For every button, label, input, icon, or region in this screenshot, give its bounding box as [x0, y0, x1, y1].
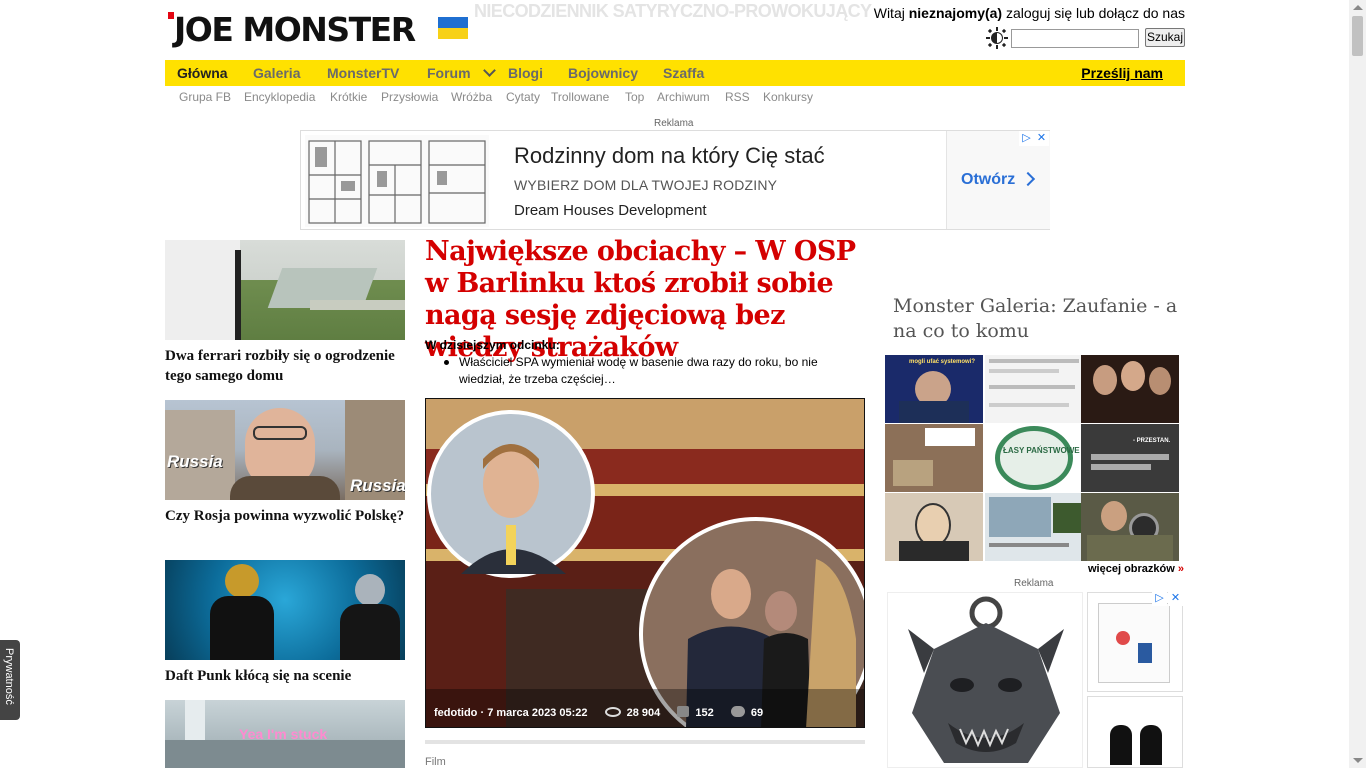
card-title[interactable]: Czy Rosja powinna wyzwolić Polskę?: [165, 506, 405, 526]
nav-szaffa[interactable]: Szaffa: [663, 60, 704, 86]
ad-title: Rodzinny dom na który Cię stać: [514, 143, 825, 168]
login-prefix: Witaj: [873, 5, 909, 21]
article-hero-image[interactable]: [425, 398, 865, 728]
more-arrow-icon: »: [1177, 563, 1184, 575]
card-overlay-text: Yea I'm stuck: [239, 726, 328, 742]
subnav-krotkie[interactable]: Krótkie: [330, 90, 367, 104]
subnav-rss[interactable]: RSS: [725, 90, 750, 104]
close-ad-icon[interactable]: ✕: [1168, 591, 1183, 606]
next-section-label: Film: [425, 756, 446, 768]
card-title[interactable]: Dwa ferrari rozbiły się o ogrodzenie teg…: [165, 346, 405, 386]
article-intro: W dzisiejszym odcinku:: [425, 338, 560, 352]
theme-toggle-icon[interactable]: [986, 27, 1008, 49]
adchoices-icon[interactable]: ▷: [1019, 131, 1034, 146]
search-input[interactable]: [1011, 29, 1139, 48]
card-overlay-text: Russia: [350, 476, 405, 495]
ad-image-nuns: [1087, 696, 1183, 768]
gallery-thumb[interactable]: [985, 355, 1083, 423]
chevron-down-icon[interactable]: [483, 64, 496, 77]
adchoices-icon[interactable]: ▷: [1152, 591, 1167, 606]
nav-blogi[interactable]: Blogi: [508, 60, 543, 86]
login-bar: Witaj nieznajomy(a) zaloguj się lub dołą…: [874, 5, 1185, 21]
site-logo[interactable]: JOE MONSTER: [168, 10, 478, 50]
search-button[interactable]: Szukaj: [1145, 28, 1185, 47]
gallery-thumb-caption: ŁASY PAŃSTWOWE: [1003, 446, 1080, 455]
ad-image-cartoon: [1087, 592, 1183, 692]
subnav-przyslowia[interactable]: Przysłowia: [381, 90, 438, 104]
ad-subtitle: WYBIERZ DOM DLA TWOJEJ RODZINY: [514, 177, 778, 193]
gallery-thumb[interactable]: [885, 493, 983, 561]
gallery-thumb-caption: - PRZESTAN.: [1133, 438, 1171, 444]
close-ad-icon[interactable]: ✕: [1034, 131, 1049, 146]
comments-count: 69: [750, 707, 764, 719]
scroll-up-icon[interactable]: [1353, 5, 1363, 10]
card-image-stuck[interactable]: Yea I'm stuck: [165, 700, 405, 768]
gallery-thumb-caption: mogli ufać systemowi?: [909, 359, 976, 365]
chevron-right-icon: [1020, 171, 1036, 187]
card-image-russia[interactable]: Russia Russia: [165, 400, 405, 500]
ad-label: Reklama: [1014, 578, 1054, 589]
ad-image-medallion: [887, 592, 1083, 768]
nav-forum[interactable]: Forum: [427, 60, 471, 86]
subnav-cytaty[interactable]: Cytaty: [506, 90, 540, 104]
ad-open-label: Otwórz: [961, 171, 1016, 188]
ad-brand: Dream Houses Development: [514, 202, 707, 219]
right-ad[interactable]: ▷ ✕: [887, 591, 1183, 768]
nav-bojownicy[interactable]: Bojownicy: [568, 60, 638, 86]
more-images-link[interactable]: więcej obrazków »: [1088, 563, 1184, 575]
comment-icon: [730, 706, 745, 717]
floor-plan-image: [305, 135, 489, 227]
subnav-top[interactable]: Top: [625, 90, 644, 104]
gallery-thumb[interactable]: ŁASY PAŃSTWOWE: [985, 424, 1083, 492]
more-images-label: więcej obrazków: [1088, 563, 1175, 575]
ad-label: Reklama: [654, 118, 694, 129]
scroll-thumb[interactable]: [1352, 16, 1363, 56]
gallery-thumb[interactable]: [1081, 493, 1179, 561]
main-nav: Główna Galeria MonsterTV Forum Blogi Boj…: [165, 60, 1185, 86]
article-author[interactable]: fedotido: [434, 707, 477, 719]
submit-content-link[interactable]: Prześlij nam: [1081, 60, 1163, 86]
subnav-archiwum[interactable]: Archiwum: [657, 90, 710, 104]
privacy-tab[interactable]: Prywatność: [0, 640, 20, 720]
subnav-wrozba[interactable]: Wróżba: [451, 90, 492, 104]
card-image-daft-punk[interactable]: [165, 560, 405, 660]
thumbs-icon: [677, 706, 690, 717]
subnav-konkursy[interactable]: Konkursy: [763, 90, 813, 104]
card-title[interactable]: Daft Punk kłócą się na scenie: [165, 666, 405, 686]
page-scrollbar[interactable]: [1349, 0, 1366, 768]
gallery-thumb[interactable]: - PRZESTAN.: [1081, 424, 1179, 492]
card-overlay-text: Russia: [167, 452, 223, 471]
login-username[interactable]: nieznajomy(a): [909, 5, 1002, 21]
site-tagline: NIECODZIENNIK SATYRYCZNO-PROWOKUJĄCY: [474, 1, 872, 21]
nav-monstertv[interactable]: MonsterTV: [327, 60, 399, 86]
article-date: 7 marca 2023 05:22: [487, 707, 588, 719]
subnav-trollowane[interactable]: Trollowane: [551, 90, 609, 104]
subnav-encyklopedia[interactable]: Encyklopedia: [244, 90, 315, 104]
eye-icon: [604, 707, 621, 717]
login-links[interactable]: zaloguj się lub dołącz do nas: [1002, 5, 1185, 21]
votes-count: 152: [695, 707, 714, 719]
nav-galeria[interactable]: Galeria: [253, 60, 300, 86]
article-meta: fedotido · 7 marca 2023 05:22 28 904 152…: [434, 706, 764, 719]
nav-glowna[interactable]: Główna: [177, 60, 228, 86]
gallery-thumb[interactable]: [1081, 355, 1179, 423]
gallery-grid: mogli ufać systemowi? ŁASY PAŃSTWOWE - P…: [885, 355, 1185, 562]
gallery-thumb[interactable]: [885, 424, 983, 492]
gallery-thumb[interactable]: mogli ufać systemowi?: [885, 355, 983, 423]
gallery-thumb[interactable]: [985, 493, 1083, 561]
article-bullet: Właściciel SPA wymieniał wodę w basenie …: [459, 355, 818, 386]
card-image-ferrari[interactable]: [165, 240, 405, 340]
top-banner-ad[interactable]: Rodzinny dom na który Cię stać WYBIERZ D…: [300, 130, 1050, 230]
gallery-title[interactable]: Monster Galeria: Zaufanie - a na co to k…: [893, 294, 1183, 344]
privacy-label: Prywatność: [3, 648, 15, 705]
scroll-down-icon[interactable]: [1353, 758, 1363, 763]
subnav-grupa-fb[interactable]: Grupa FB: [179, 90, 231, 104]
ukraine-flag-icon: [438, 17, 468, 39]
article-separator: [425, 740, 865, 744]
bullet-marker: [444, 360, 449, 365]
views-count: 28 904: [626, 707, 661, 719]
logo-text: JOE MONSTER: [174, 10, 416, 49]
